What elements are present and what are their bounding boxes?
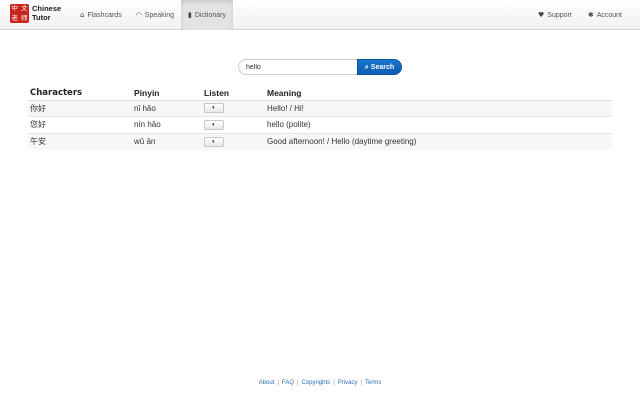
search-input[interactable]	[238, 59, 357, 75]
characters-cell: 你好	[28, 99, 132, 117]
book-icon: ▮	[188, 11, 192, 19]
secondary-nav: ♥ Support ✱ Account	[530, 0, 630, 30]
nav-item-flashcards[interactable]: ⌂ Flashcards	[73, 0, 129, 30]
pinyin-cell: nǐ hǎo	[132, 99, 202, 117]
meaning-cell: Hello! / Hi!	[265, 99, 612, 117]
column-header-meaning: Meaning	[265, 86, 612, 101]
table-row: 午安 wǔ ān 🔈︎ Good afternoon! / Hello (day…	[28, 132, 612, 150]
characters-cell: 午安	[28, 132, 132, 150]
pinyin-cell: wǔ ān	[132, 132, 202, 150]
brand-home-link[interactable]: 中 文 老 师 Chinese Tutor	[10, 4, 61, 23]
listen-cell: 🔈︎	[202, 132, 265, 150]
results-table: Characters Pinyin Listen Meaning 你好 nǐ h…	[28, 86, 612, 150]
search-form: ⌕ Search	[238, 59, 402, 75]
logo-char: 师	[21, 13, 28, 22]
nav-item-label: Speaking	[144, 11, 174, 19]
main-nav: ⌂ Flashcards ◠ Speaking ▮ Dictionary	[73, 0, 233, 30]
nav-item-label: Account	[596, 11, 622, 19]
footer-separator: |	[333, 380, 335, 386]
microphone-icon: ◠	[135, 11, 142, 19]
column-header-characters: Characters	[28, 86, 132, 101]
footer-link-faq[interactable]: FAQ	[282, 380, 294, 386]
nav-item-label: Flashcards	[87, 11, 122, 19]
logo-char: 中	[11, 4, 19, 12]
footer-link-privacy[interactable]: Privacy	[338, 380, 358, 386]
gear-icon: ✱	[587, 11, 594, 19]
listen-button[interactable]: 🔈︎	[204, 136, 224, 147]
listen-cell: 🔈︎	[202, 116, 265, 133]
footer-separator: |	[296, 380, 299, 386]
column-header-listen: Listen	[202, 86, 265, 101]
column-header-pinyin: Pinyin	[132, 86, 202, 101]
table-row: 你好 nǐ hǎo 🔈︎ Hello! / Hi!	[28, 99, 612, 117]
home-icon: ⌂	[80, 11, 85, 19]
footer-separator: |	[277, 380, 279, 386]
logo-char: 老	[11, 13, 19, 22]
characters-cell: 您好	[28, 116, 132, 133]
logo-char: 文	[21, 4, 28, 12]
footer-separator: |	[360, 380, 362, 386]
brand-name: Chinese Tutor	[32, 4, 61, 22]
pinyin-cell: nín hǎo	[132, 116, 202, 133]
nav-item-account[interactable]: ✱ Account	[580, 0, 630, 30]
search-button[interactable]: ⌕ Search	[357, 59, 402, 75]
nav-item-support[interactable]: ♥ Support	[530, 0, 580, 30]
top-navbar: 中 文 老 师 Chinese Tutor ⌂ Flashcards ◠ Spe…	[0, 0, 640, 30]
brand-name-line2: Tutor	[32, 12, 51, 22]
search-button-label: Search	[370, 63, 395, 71]
nav-item-label: Support	[547, 11, 572, 19]
heart-icon: ♥	[538, 11, 545, 19]
listen-button[interactable]: 🔈︎	[204, 103, 224, 114]
logo-icon: 中 文 老 师	[10, 4, 29, 23]
meaning-cell: Good afternoon! / Hello (daytime greetin…	[265, 132, 612, 150]
footer-link-copyrights[interactable]: Copyrights	[302, 380, 331, 386]
nav-item-speaking[interactable]: ◠ Speaking	[129, 0, 181, 30]
nav-item-label: Dictionary	[194, 11, 226, 19]
footer-links: About | FAQ | Copyrights | Privacy | Terms	[0, 380, 640, 386]
listen-cell: 🔈︎	[202, 99, 265, 117]
footer-link-terms[interactable]: Terms	[365, 380, 381, 386]
nav-item-dictionary[interactable]: ▮ Dictionary	[181, 0, 233, 30]
speaker-icon: 🔈︎	[212, 104, 216, 112]
listen-button[interactable]: 🔈︎	[204, 119, 224, 130]
speaker-icon: 🔈︎	[212, 120, 216, 128]
search-icon: ⌕	[364, 62, 369, 71]
footer-link-about[interactable]: About	[259, 380, 275, 386]
table-header-row: Characters Pinyin Listen Meaning	[28, 86, 612, 101]
meaning-cell: hello (polite)	[265, 116, 612, 133]
speaker-icon: 🔈︎	[212, 137, 216, 145]
table-row: 您好 nín hǎo 🔈︎ hello (polite)	[28, 116, 612, 133]
